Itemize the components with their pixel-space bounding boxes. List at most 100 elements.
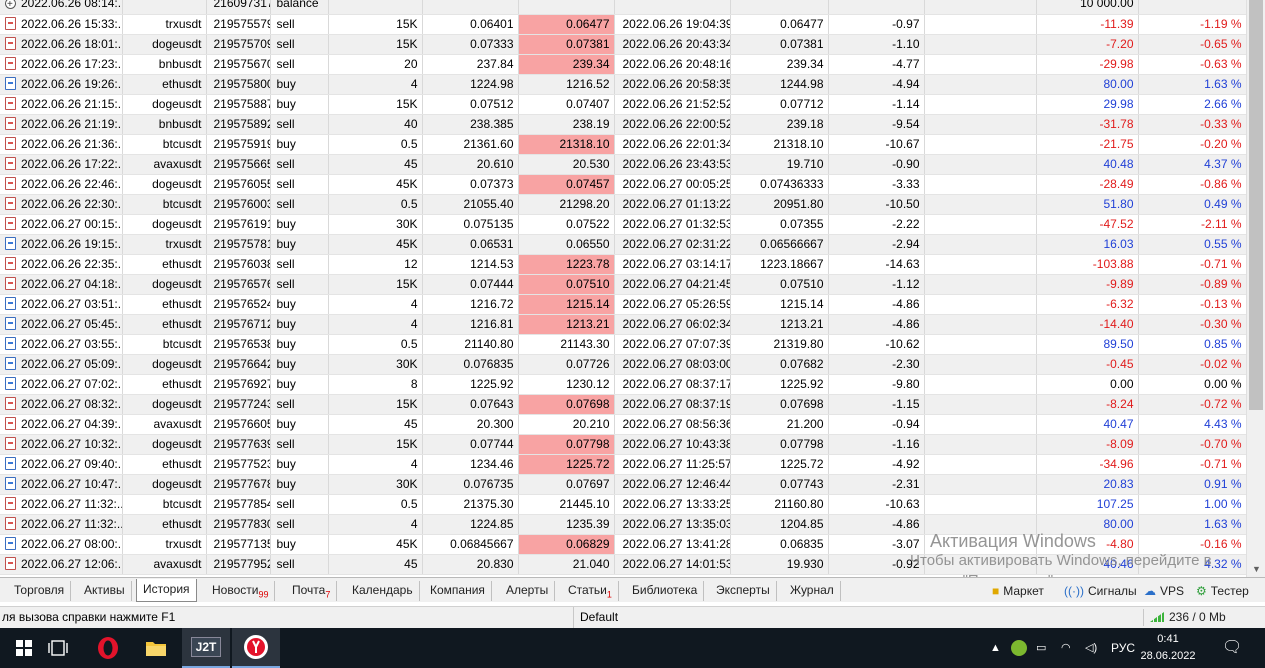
table-row[interactable]: 2022.06.27 11:32:... btcusdt 219577854 sell…	[0, 494, 1247, 515]
table-row[interactable]: 2022.06.26 17:22:... avaxusdt 219575665 sel…	[0, 154, 1247, 175]
trade-close-time: 2022.06.26 19:04:39	[614, 14, 731, 35]
trade-type: buy	[270, 214, 329, 235]
tab-label: Почта	[292, 583, 326, 597]
battery-icon[interactable]: ▭	[1036, 628, 1046, 668]
yandex-browser-button[interactable]	[232, 628, 280, 668]
tab-11[interactable]: Эксперты	[710, 581, 777, 601]
trade-open-price: 1224.98	[422, 74, 519, 95]
open-time-text: 2022.06.27 11:32:...	[21, 516, 122, 531]
trade-profit: 16.03	[1036, 234, 1139, 255]
tab-label: Новости	[212, 583, 259, 597]
trade-ticket: 219576003	[206, 194, 271, 215]
table-row[interactable]: 2022.06.27 10:47:... dogeusdt 219577678 buy…	[0, 474, 1247, 495]
trade-open-price: 238.385	[422, 114, 519, 135]
table-row[interactable]: 2022.06.27 12:06:... avaxusdt 219577952 sel…	[0, 554, 1247, 575]
trade-profit: -29.98	[1036, 54, 1139, 75]
tab-7[interactable]: Компания	[424, 581, 492, 601]
table-row[interactable]: 2022.06.27 10:32:... dogeusdt 219577639 sel…	[0, 434, 1247, 455]
tab-9[interactable]: Статьи1	[562, 581, 619, 601]
table-row[interactable]: 2022.06.27 05:45:... ethusdt 219576712 buy 4…	[0, 314, 1247, 335]
scroll-down-arrow-icon[interactable]: ▼	[1247, 561, 1265, 577]
tab-8[interactable]: Алерты	[500, 581, 556, 601]
table-row[interactable]: 2022.06.27 08:32:... dogeusdt 219577243 sel…	[0, 394, 1247, 415]
table-row[interactable]: 2022.06.27 03:55:... btcusdt 219576538 buy 0…	[0, 334, 1247, 355]
trade-spacer	[924, 334, 1037, 355]
open-time-text: 2022.06.26 17:23:...	[21, 56, 122, 71]
trade-stop-loss: 1230.12	[518, 374, 615, 395]
tab-5[interactable]: Почта7	[286, 581, 338, 601]
tab-10[interactable]: Библиотека	[626, 581, 705, 601]
table-row[interactable]: 2022.06.26 21:36:... btcusdt 219575919 buy 0…	[0, 134, 1247, 155]
trade-ticket: 219576191	[206, 214, 271, 235]
trade-close-price: 0.06835	[730, 534, 829, 555]
table-row[interactable]: 2022.06.26 19:26:... ethusdt 219575800 buy 4…	[0, 74, 1247, 95]
wifi-icon[interactable]: ◠	[1061, 628, 1071, 668]
trade-type: buy	[270, 94, 329, 115]
table-row[interactable]: 2022.06.27 04:18:... dogeusdt 219576576 sel…	[0, 274, 1247, 295]
opera-browser-button[interactable]	[84, 628, 132, 668]
buy-deal-icon	[5, 296, 16, 310]
trade-type: sell	[270, 254, 329, 275]
notifications-icon[interactable]: 🗨	[1222, 628, 1242, 668]
table-row[interactable]: 2022.06.26 18:01:... dogeusdt 219575709 sel…	[0, 34, 1247, 55]
trade-profit-percent: -0.33 %	[1138, 114, 1247, 135]
tab-2[interactable]: Активы	[78, 581, 132, 601]
trade-swap: -10.50	[828, 194, 925, 215]
task-view-button[interactable]	[34, 628, 82, 668]
table-row[interactable]: 2022.06.27 04:39:... avaxusdt 219576605 buy…	[0, 414, 1247, 435]
file-explorer-button[interactable]	[132, 628, 180, 668]
table-row[interactable]: 2022.06.27 09:40:... ethusdt 219577523 buy 4…	[0, 454, 1247, 475]
trade-stop-loss: 0.06829	[518, 534, 615, 555]
tray-app-icon[interactable]	[1011, 628, 1027, 668]
tab-label: Эксперты	[716, 583, 770, 597]
table-row[interactable]: 2022.06.27 03:51:... ethusdt 219576524 buy 4…	[0, 294, 1247, 315]
trade-type: balance	[270, 0, 329, 15]
table-row[interactable]: 2022.06.26 21:19:... bnbusdt 219575892 sell…	[0, 114, 1247, 135]
table-row[interactable]: 2022.06.26 22:46:... dogeusdt 219576055 sel…	[0, 174, 1247, 195]
table-row[interactable]: 2022.06.27 08:00:... trxusdt 219577135 buy 4…	[0, 534, 1247, 555]
signals-tab[interactable]: ((·)) Сигналы	[1064, 582, 1137, 600]
tester-tab[interactable]: ⚙ Тестер	[1196, 582, 1249, 600]
trade-open-time: 2022.06.27 08:00:...	[0, 534, 123, 555]
table-row[interactable]: 2022.06.27 11:32:... ethusdt 219577830 sell…	[0, 514, 1247, 535]
sell-deal-icon	[5, 116, 16, 130]
trade-symbol: dogeusdt	[122, 214, 207, 235]
trade-type: sell	[270, 34, 329, 55]
trade-volume: 15K	[328, 394, 423, 415]
trade-type: buy	[270, 314, 329, 335]
table-row[interactable]: 2022.06.27 00:15:... dogeusdt 219576191 buy…	[0, 214, 1247, 235]
system-clock[interactable]: 0:41 28.06.2022	[1138, 631, 1198, 665]
table-row[interactable]: 2022.06.26 22:35:... ethusdt 219576038 sell…	[0, 254, 1247, 275]
tab-3[interactable]: История	[136, 579, 197, 602]
tab-6[interactable]: Календарь	[346, 581, 420, 601]
table-row[interactable]: 2022.06.26 15:33:... trxusdt 219575579 sell…	[0, 14, 1247, 35]
trade-profit: -21.75	[1036, 134, 1139, 155]
vps-tab[interactable]: ☁ VPS	[1144, 582, 1184, 600]
table-row[interactable]: 2022.06.26 17:23:... bnbusdt 219575670 sell…	[0, 54, 1247, 75]
table-row[interactable]: 2022.06.26 19:15:... trxusdt 219575781 buy 4…	[0, 234, 1247, 255]
scrollbar-thumb[interactable]	[1249, 0, 1263, 410]
trade-stop-loss: 21.040	[518, 554, 615, 575]
j2t-app-button[interactable]: J2T	[182, 628, 230, 668]
open-time-text: 2022.06.27 00:15:...	[21, 216, 122, 231]
sell-deal-icon	[5, 556, 16, 570]
network-status[interactable]: 236 / 0 Mb	[1150, 607, 1226, 628]
table-row[interactable]: 2022.06.26 22:30:... btcusdt 219576003 sell…	[0, 194, 1247, 215]
tab-4[interactable]: Новости99	[206, 581, 276, 601]
table-row[interactable]: 2022.06.26 21:15:... dogeusdt 219575887 buy…	[0, 94, 1247, 115]
tab-1[interactable]: Торговля	[8, 581, 72, 601]
trade-open-price: 0.075135	[422, 214, 519, 235]
tray-show-hidden-icon[interactable]: ▲	[990, 628, 1001, 668]
toolbox-tab-bar: Торговля Активы История Новости99 Почта7 Кале…	[0, 577, 1265, 602]
trade-close-time: 2022.06.26 20:43:34	[614, 34, 731, 55]
trade-profit-percent: 1.63 %	[1138, 74, 1247, 95]
market-tab[interactable]: ■ Маркет	[992, 582, 1044, 600]
table-row[interactable]: 2022.06.27 05:09:... dogeusdt 219576642 buy…	[0, 354, 1247, 375]
volume-icon[interactable]: ◁)	[1085, 628, 1097, 668]
tab-12[interactable]: Журнал	[784, 581, 841, 601]
table-row[interactable]: 2022.06.27 07:02:... ethusdt 219576927 buy 8…	[0, 374, 1247, 395]
language-indicator[interactable]: РУС	[1111, 628, 1135, 668]
vertical-scrollbar[interactable]: ▼	[1246, 0, 1265, 577]
table-row[interactable]: 2022.06.26 08:14:... 216097317balance 10 0…	[0, 0, 1247, 15]
trade-swap: -14.63	[828, 254, 925, 275]
